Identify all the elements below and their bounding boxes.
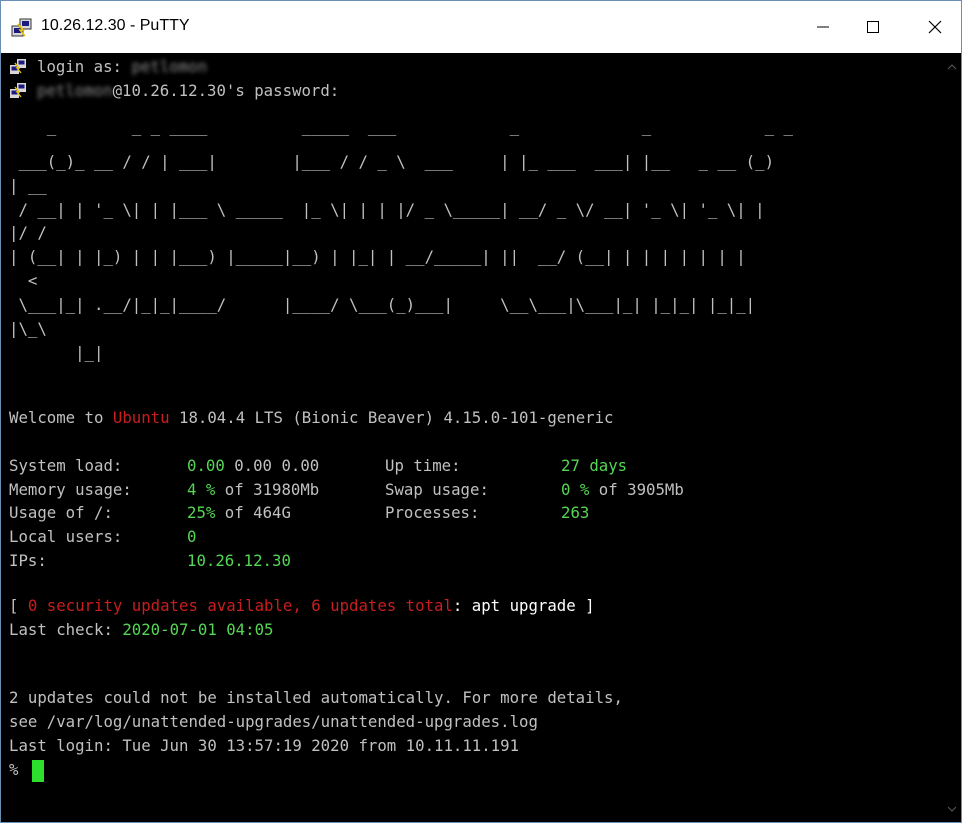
close-button[interactable] <box>909 1 961 53</box>
login-prompt-line: login as: petlomon <box>37 55 207 79</box>
minimize-icon <box>817 26 829 28</box>
local-users-label: Local users: <box>9 527 123 546</box>
memory-total: of 31980Mb <box>215 480 320 499</box>
scroll-down-icon[interactable] <box>947 805 957 815</box>
banner-line: | (__| | |_) | | |___) |_____|__) | |_| … <box>9 247 746 266</box>
system-load-rest: 0.00 0.00 <box>224 456 320 475</box>
disk-usage-label: Usage of /: <box>9 503 113 522</box>
up-time-value: 27 days <box>561 456 628 475</box>
maximize-button[interactable] <box>847 1 899 53</box>
minimize-button[interactable] <box>797 1 849 53</box>
banner-line: |/ / <box>9 223 47 242</box>
banner-line: | __ <box>9 176 47 195</box>
swap-value: 0 % of 3905Mb <box>561 478 684 502</box>
last-check-value: 2020-07-01 04:05 <box>122 620 274 639</box>
putty-event-icon <box>10 83 26 98</box>
up-time-label: Up time: <box>385 456 461 475</box>
memory-percent: 4 % <box>187 480 216 499</box>
putty-window: 10.26.12.30 - PuTTY login as: petlomon p… <box>0 0 962 823</box>
system-load-value: 0.00 0.00 0.00 <box>187 454 319 478</box>
login-username: petlomon <box>131 57 208 76</box>
scroll-up-icon[interactable] <box>947 63 957 73</box>
memory-label: Memory usage: <box>9 480 132 499</box>
apt-upgrade-hint: : apt upgrade ] <box>452 596 595 615</box>
title-bar[interactable]: 10.26.12.30 - PuTTY <box>1 1 961 53</box>
maximize-icon <box>867 21 879 33</box>
banner-line: _ _ _ ____ _____ ___ _ _ _ _ <box>9 117 793 136</box>
system-load-primary: 0.00 <box>187 456 225 475</box>
putty-icon <box>11 18 32 37</box>
shell-prompt: % <box>9 760 19 779</box>
system-load-label: System load: <box>9 456 123 475</box>
banner-line: |_| <box>9 343 104 362</box>
login-prompt: login as: <box>37 57 123 76</box>
ips-value: 10.26.12.30 <box>187 551 291 570</box>
processes-value: 263 <box>561 503 590 522</box>
vertical-scrollbar[interactable] <box>943 53 961 822</box>
last-check-line: Last check: 2020-07-01 04:05 <box>9 618 273 642</box>
welcome-suffix: 18.04.4 LTS (Bionic Beaver) 4.15.0-101-g… <box>169 408 614 427</box>
swap-total: of 3905Mb <box>589 480 684 499</box>
welcome-distro: Ubuntu <box>112 408 170 427</box>
disk-usage-value: 25% of 464G <box>187 501 291 525</box>
last-login-line: Last login: Tue Jun 30 13:57:19 2020 fro… <box>9 736 520 755</box>
terminal-area[interactable]: login as: petlomon petlomon@10.26.12.30'… <box>1 53 943 822</box>
last-check-label: Last check: <box>9 620 123 639</box>
terminal-cursor <box>32 760 44 782</box>
disk-usage-percent: 25% <box>187 503 216 522</box>
close-icon <box>928 20 942 34</box>
swap-percent: 0 % <box>561 480 590 499</box>
password-username: petlomon <box>37 81 113 100</box>
updates-line: [ 0 security updates available, 6 update… <box>9 594 595 618</box>
unattended-log-line: see /var/log/unattended-upgrades/unatten… <box>9 712 538 731</box>
ips-label: IPs: <box>9 551 47 570</box>
banner-line: / __| | '_ \| | |___ \ _____ |_ \| | | |… <box>9 200 765 219</box>
banner-line: ___(_)_ __ / / | ___| |___ / / _ \ ___ |… <box>9 152 775 171</box>
swap-label: Swap usage: <box>385 480 489 499</box>
welcome-prefix: Welcome to <box>9 408 113 427</box>
window-title: 10.26.12.30 - PuTTY <box>41 17 190 34</box>
password-prompt: @10.26.12.30's password: <box>112 81 340 100</box>
password-prompt-line: petlomon@10.26.12.30's password: <box>37 79 339 103</box>
processes-label: Processes: <box>385 503 480 522</box>
banner-line: |\_\ <box>9 319 47 338</box>
banner-line: \___|_| .__/|_|_|____/ |____/ \___(_)___… <box>9 295 756 314</box>
disk-usage-total: of 464G <box>215 503 291 522</box>
local-users-value: 0 <box>187 527 197 546</box>
putty-event-icon <box>10 59 26 74</box>
welcome-line: Welcome to Ubuntu 18.04.4 LTS (Bionic Be… <box>9 406 613 430</box>
banner-line: < <box>9 271 38 290</box>
memory-value: 4 % of 31980Mb <box>187 478 319 502</box>
updates-bracket: [ <box>9 596 28 615</box>
security-updates-text: 0 security updates available, 6 updates … <box>27 596 453 615</box>
unattended-message-line: 2 updates could not be installed automat… <box>9 688 623 707</box>
